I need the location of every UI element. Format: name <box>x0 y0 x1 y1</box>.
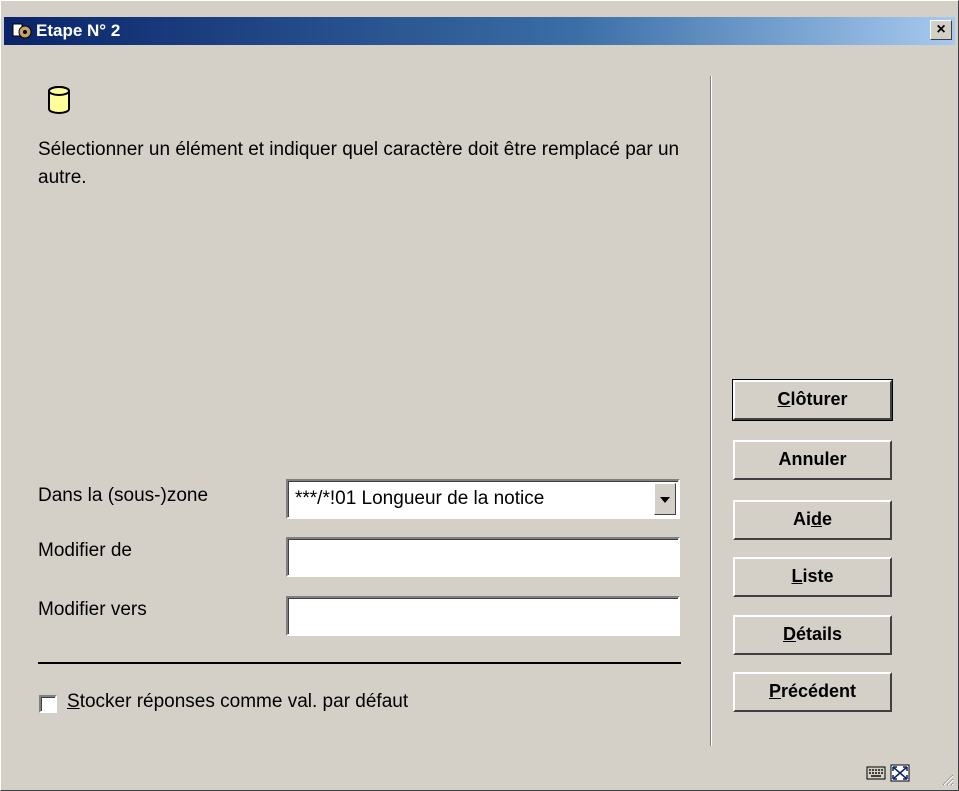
modify-to-label: Modifier vers <box>38 599 147 620</box>
store-defaults-checkbox[interactable] <box>39 695 57 713</box>
chevron-down-icon <box>660 497 670 503</box>
modify-from-input[interactable] <box>286 537 680 577</box>
previous-label-post: récédent <box>780 681 857 701</box>
title-bar: Etape N° 2 × <box>4 17 955 45</box>
maximize-icon[interactable] <box>890 764 910 782</box>
help-button[interactable]: Aide <box>733 500 892 540</box>
subzone-dropdown[interactable]: ***/*!01 Longueur de la notice <box>286 479 680 519</box>
close-label-post: lôturer <box>790 389 848 409</box>
dropdown-button[interactable] <box>654 483 676 515</box>
cancel-button[interactable]: Annuler <box>733 440 892 480</box>
details-button[interactable]: Détails <box>733 615 892 655</box>
close-button[interactable]: × <box>930 20 952 40</box>
window-title: Etape N° 2 <box>36 21 121 40</box>
subzone-label: Dans la (sous-)zone <box>38 485 209 506</box>
help-label-post: e <box>821 509 832 529</box>
list-label-post: iste <box>802 566 834 586</box>
help-label-mnemonic: d <box>810 509 822 529</box>
close-dialog-button[interactable]: Clôturer <box>732 379 893 421</box>
horizontal-divider <box>38 662 681 664</box>
dialog-window: Etape N° 2 × Sélectionner un élément et … <box>0 0 959 791</box>
keyboard-icon[interactable] <box>866 764 886 782</box>
cancel-label: Annuler <box>778 449 847 469</box>
list-label-mnemonic: L <box>791 566 803 586</box>
vertical-divider <box>710 76 712 746</box>
app-icon <box>12 23 32 39</box>
modify-from-label: Modifier de <box>38 540 132 561</box>
close-label-mnemonic: C <box>777 389 791 409</box>
previous-button[interactable]: Précédent <box>733 672 892 712</box>
details-label-post: étails <box>795 624 843 644</box>
help-label-pre: Ai <box>792 509 811 529</box>
details-label-mnemonic: D <box>782 624 796 644</box>
instruction-text: Sélectionner un élément et indiquer quel… <box>38 139 680 188</box>
resize-grip-icon[interactable] <box>940 772 954 786</box>
modify-to-input[interactable] <box>286 596 680 636</box>
database-icon <box>48 86 70 114</box>
subzone-selected-value: ***/*!01 Longueur de la notice <box>295 488 545 509</box>
list-button[interactable]: Liste <box>733 557 892 597</box>
previous-label-mnemonic: P <box>768 681 781 701</box>
store-defaults-label[interactable]: Stocker réponses comme val. par défaut <box>67 691 408 713</box>
